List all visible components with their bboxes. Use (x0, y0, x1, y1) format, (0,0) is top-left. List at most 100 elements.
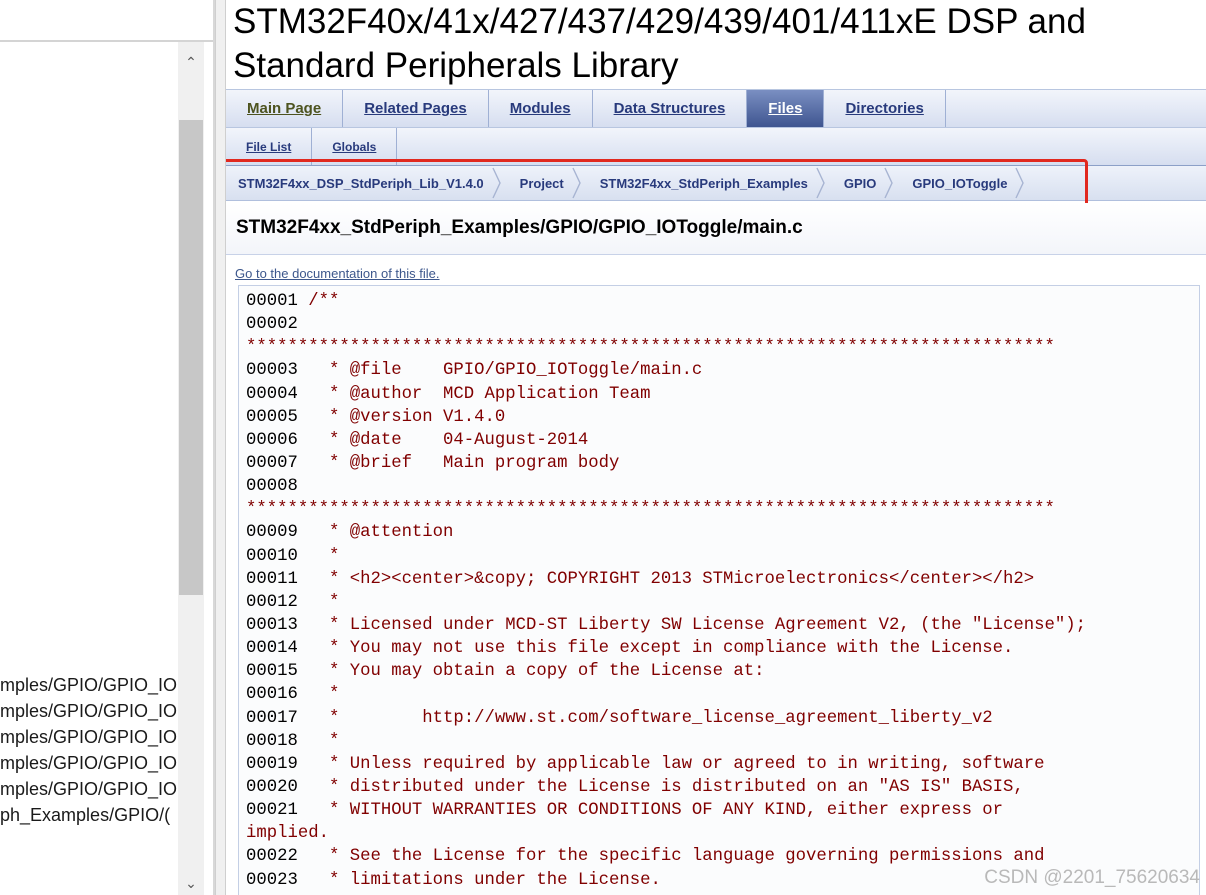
breadcrumb-label[interactable]: GPIO (844, 176, 877, 191)
code-line-text: * See the License for the specific langu… (297, 847, 1045, 867)
line-number: 00023 (246, 870, 298, 890)
breadcrumb-label[interactable]: GPIO_IOToggle (912, 176, 1007, 191)
line-number: 00008 (246, 477, 298, 497)
code-line: 00007 * @brief Main program body (246, 452, 1086, 475)
breadcrumb: STM32F4xx_DSP_StdPeriph_Lib_V1.4.0 Projec… (226, 166, 1206, 201)
line-number: 00009 (246, 523, 298, 543)
page-title: STM32F40x/41x/427/437/429/439/401/411xE … (233, 2, 1086, 85)
documentation-link[interactable]: Go to the documentation of this file. (235, 266, 440, 281)
left-file-item[interactable]: ph_Examples/GPIO/( (0, 802, 178, 828)
code-line: 00013 * Licensed under MCD-ST Liberty SW… (246, 614, 1086, 637)
left-file-item[interactable]: mples/GPIO/GPIO_IO (0, 672, 178, 698)
code-line: 00019 * Unless required by applicable la… (246, 753, 1086, 776)
subtab-file-list[interactable]: File List (226, 128, 313, 165)
breadcrumb-label[interactable]: STM32F4xx_DSP_StdPeriph_Lib_V1.4.0 (238, 176, 484, 191)
code-line: 00020 * distributed under the License is… (246, 776, 1086, 799)
code-line: 00009 * @attention (246, 521, 1086, 544)
code-line: 00008 (246, 475, 1086, 498)
code-line: 00012 * (246, 591, 1086, 614)
line-number: 00004 (246, 384, 298, 404)
code-line-text: * (297, 592, 340, 612)
left-scrollbar[interactable]: ⌃ ⌄ (178, 42, 204, 895)
line-number: 00005 (246, 407, 298, 427)
breadcrumb-label[interactable]: Project (520, 176, 564, 191)
subtab-globals[interactable]: Globals (312, 128, 398, 165)
line-number: 00007 (246, 453, 298, 473)
line-number: 00006 (246, 430, 298, 450)
code-line-text: * @file GPIO/GPIO_IOToggle/main.c (297, 361, 703, 381)
code-line: 00023 * limitations under the License. (246, 869, 1086, 892)
code-line: 00016 * (246, 683, 1086, 706)
chevron-up-icon[interactable]: ⌃ (178, 50, 204, 74)
line-number: 00010 (246, 546, 298, 566)
code-line-text: * (297, 731, 340, 751)
code-line-text: implied. (246, 824, 329, 844)
file-header: STM32F4xx_StdPeriph_Examples/GPIO/GPIO_I… (226, 203, 1206, 255)
breadcrumb-item[interactable]: GPIO_IOToggle (900, 166, 1031, 200)
breadcrumb-item[interactable]: STM32F4xx_DSP_StdPeriph_Lib_V1.4.0 (226, 166, 508, 200)
code-line-text: * You may obtain a copy of the License a… (297, 662, 765, 682)
breadcrumb-item[interactable]: GPIO (832, 166, 901, 200)
chevron-right-icon (492, 166, 504, 200)
chevron-right-icon (884, 166, 896, 200)
scrollbar-thumb[interactable] (179, 120, 203, 595)
code-line: 00015 * You may obtain a copy of the Lic… (246, 660, 1086, 683)
breadcrumb-item[interactable]: STM32F4xx_StdPeriph_Examples (588, 166, 832, 200)
code-line: 00011 * <h2><center>&copy; COPYRIGHT 201… (246, 568, 1086, 591)
code-line-text: /** (297, 292, 340, 311)
chevron-right-icon (816, 166, 828, 200)
line-number: 00014 (246, 639, 298, 659)
code-line-text: * limitations under the License. (297, 870, 661, 890)
left-file-item[interactable]: mples/GPIO/GPIO_IO (0, 750, 178, 776)
code-text: 00001 /** 00002 **************************… (246, 290, 1086, 892)
line-number: 00002 (246, 315, 298, 335)
code-line-text: * (297, 685, 340, 705)
code-line-text: ****************************************… (246, 338, 1055, 358)
line-number: 00020 (246, 777, 298, 797)
code-line: 00002 (246, 313, 1086, 336)
code-line-text: * @author MCD Application Team (297, 384, 651, 404)
breadcrumb-label[interactable]: STM32F4xx_StdPeriph_Examples (600, 176, 808, 191)
line-number: 00018 (246, 731, 298, 751)
tab-main-page[interactable]: Main Page (226, 90, 344, 127)
tab-modules[interactable]: Modules (489, 90, 593, 127)
code-line: ****************************************… (246, 336, 1086, 359)
code-line-text: * (297, 546, 340, 566)
code-line: 00014 * You may not use this file except… (246, 637, 1086, 660)
left-file-list: mples/GPIO/GPIO_IO mples/GPIO/GPIO_IO mple… (0, 672, 178, 828)
code-line: 00010 * (246, 545, 1086, 568)
documentation-pane: STM32F40x/41x/427/437/429/439/401/411xE … (226, 0, 1206, 895)
code-line: 00006 * @date 04-August-2014 (246, 429, 1086, 452)
chevron-down-icon[interactable]: ⌄ (178, 871, 204, 895)
left-file-item[interactable]: mples/GPIO/GPIO_IO (0, 724, 178, 750)
tab-data-structures[interactable]: Data Structures (593, 90, 748, 127)
tab-files[interactable]: Files (747, 90, 825, 127)
line-number: 00017 (246, 708, 298, 728)
pane-splitter[interactable] (215, 0, 226, 895)
line-number: 00021 (246, 801, 298, 821)
line-number: 00001 (246, 292, 298, 311)
left-pane: mples/GPIO/GPIO_IO mples/GPIO/GPIO_IO mple… (0, 0, 226, 895)
code-line-text: * @attention (297, 523, 454, 543)
line-number: 00019 (246, 754, 298, 774)
code-line-text: * You may not use this file except in co… (297, 639, 1014, 659)
code-line: ****************************************… (246, 498, 1086, 521)
left-file-item[interactable]: mples/GPIO/GPIO_IO (0, 698, 178, 724)
line-number: 00012 (246, 592, 298, 612)
code-line-text: * WITHOUT WARRANTIES OR CONDITIONS OF AN… (297, 801, 1004, 821)
tab-related-pages[interactable]: Related Pages (343, 90, 489, 127)
tab-directories[interactable]: Directories (824, 90, 946, 127)
code-line-text: * distributed under the License is distr… (297, 777, 1024, 797)
left-file-item[interactable]: mples/GPIO/GPIO_IO (0, 776, 178, 802)
chevron-right-icon (1015, 166, 1027, 200)
code-line: 00001 /** (246, 290, 1086, 313)
breadcrumb-item[interactable]: Project (508, 166, 588, 200)
line-number: 00022 (246, 847, 298, 867)
code-line: 00004 * @author MCD Application Team (246, 383, 1086, 406)
code-line: 00005 * @version V1.4.0 (246, 406, 1086, 429)
code-listing: 00001 /** 00002 **************************… (238, 285, 1200, 895)
code-line-text: * @date 04-August-2014 (297, 430, 589, 450)
line-number: 00015 (246, 662, 298, 682)
code-line-text: * <h2><center>&copy; COPYRIGHT 2013 STMi… (297, 569, 1035, 589)
chevron-right-icon (572, 166, 584, 200)
